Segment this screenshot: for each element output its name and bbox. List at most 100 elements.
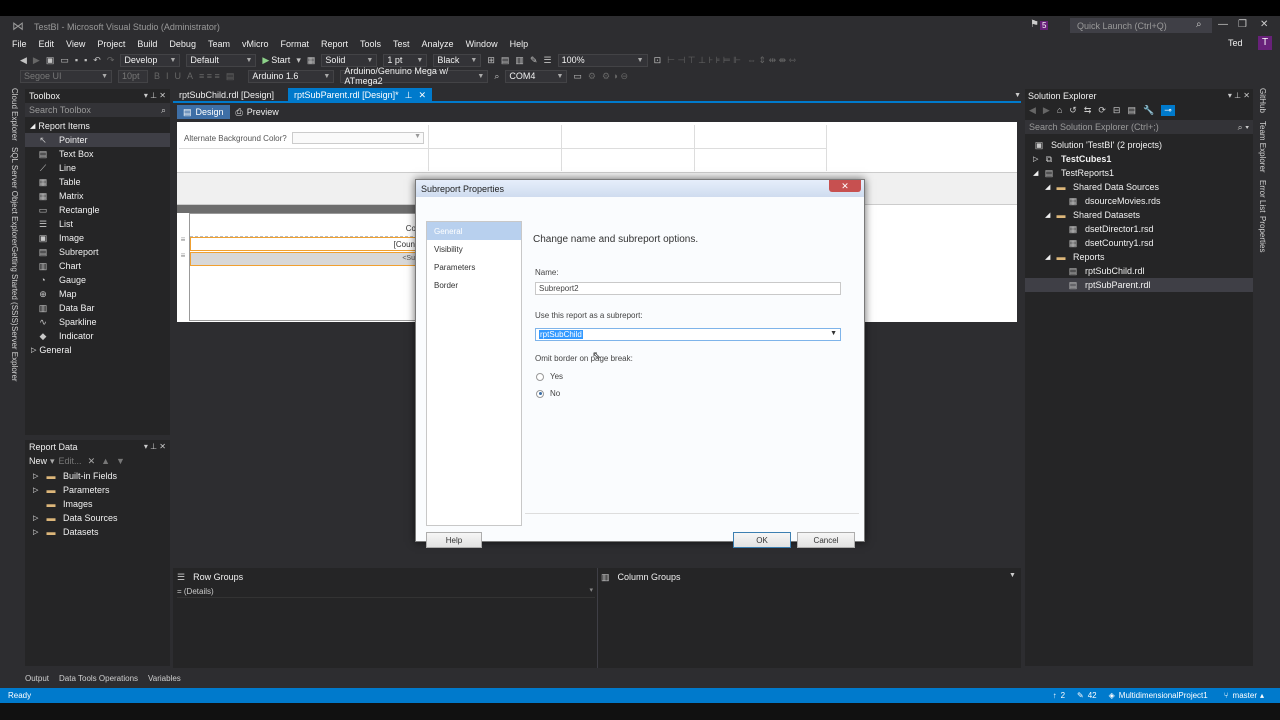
- toolbox-window-controls[interactable]: ▾ ⊥ ✕: [144, 91, 166, 100]
- side-tab-server-explorer[interactable]: Server Explorer: [10, 326, 19, 382]
- nav-visibility[interactable]: Visibility: [427, 240, 521, 258]
- toolbox-item[interactable]: ☰ List: [25, 217, 170, 231]
- subreport-select[interactable]: rptSubChild ▼: [535, 328, 841, 341]
- platform-select[interactable]: Default ▼: [186, 53, 257, 67]
- line-style-select[interactable]: Solid ▼: [321, 53, 378, 67]
- parameter-cell-empty[interactable]: [429, 125, 562, 149]
- zoom-select[interactable]: 100% ▼: [557, 53, 648, 67]
- undo-icon[interactable]: ↶: [93, 55, 101, 66]
- menu-vmicro[interactable]: vMicro: [242, 39, 269, 49]
- tree-item-reports[interactable]: ◢ ▬ Reports: [1025, 250, 1253, 264]
- collapse-arrow-icon[interactable]: ◢: [1045, 183, 1055, 191]
- publish-up-icon[interactable]: ↑: [1053, 691, 1057, 700]
- toolbox-item[interactable]: ⟋ Line: [25, 161, 170, 175]
- start-icon[interactable]: ▶: [262, 55, 269, 66]
- properties-wrench-icon[interactable]: 🔧: [1143, 105, 1154, 116]
- back-icon[interactable]: ◀: [1029, 105, 1036, 116]
- radio-yes-circle[interactable]: [536, 372, 544, 381]
- tree-item-dsourcemovies[interactable]: ▦ dsourceMovies.rds: [1025, 194, 1253, 208]
- menu-file[interactable]: File: [12, 39, 27, 49]
- border-style-icon[interactable]: ▦: [307, 55, 316, 66]
- solution-config-select[interactable]: Develop ▼: [120, 53, 181, 67]
- tablix-subreport-row[interactable]: <Su: [190, 252, 418, 266]
- branch-dropdown-icon[interactable]: ▴: [1260, 691, 1264, 700]
- toolbox-group-general[interactable]: ▷ General: [25, 343, 170, 357]
- menu-project[interactable]: Project: [97, 39, 125, 49]
- report-data-item[interactable]: ▬ Images: [25, 497, 170, 511]
- side-tab-sql-server-object-explorer[interactable]: SQL Server Object Explorer: [10, 147, 19, 246]
- row-handle-icon[interactable]: ≡: [177, 235, 189, 249]
- menu-tools[interactable]: Tools: [360, 39, 381, 49]
- home-icon[interactable]: ⌂: [1057, 105, 1062, 115]
- menu-report[interactable]: Report: [321, 39, 348, 49]
- toolbox-item[interactable]: ▦ Matrix: [25, 189, 170, 203]
- toolbox-item[interactable]: ▥ Chart: [25, 259, 170, 273]
- align-left-icon[interactable]: ⊢ ⊣ ⊤ ⊥ ⊦ ⊧ ⊨ ⊩: [667, 55, 741, 66]
- collapse-all-icon[interactable]: ⊟: [1113, 105, 1121, 116]
- side-tab-properties[interactable]: Properties: [1258, 216, 1267, 252]
- tree-item-dsetdirector[interactable]: ▦ dsetDirector1.rsd: [1025, 222, 1253, 236]
- report-data-item[interactable]: ▷ ▬ Datasets: [25, 525, 170, 539]
- notification-flag-icon[interactable]: ⚑: [1030, 19, 1039, 30]
- user-name[interactable]: Ted: [1228, 38, 1243, 48]
- border-icon[interactable]: ⊞: [487, 55, 495, 66]
- expand-arrow-icon[interactable]: ▷: [33, 486, 45, 494]
- toolbox-item[interactable]: ▭ Rectangle: [25, 203, 170, 217]
- nav-border[interactable]: Border: [427, 276, 521, 294]
- tab-output[interactable]: Output: [25, 674, 49, 683]
- grouping-icon[interactable]: ▥: [515, 55, 524, 66]
- report-data-item[interactable]: ▷ ▬ Data Sources: [25, 511, 170, 525]
- navigate-forward-icon[interactable]: ▶: [33, 55, 40, 66]
- parameter-cell-empty[interactable]: [695, 149, 827, 171]
- repository-icon[interactable]: ◈: [1109, 691, 1115, 700]
- pending-edits-icon[interactable]: ✎: [1077, 691, 1084, 700]
- report-body[interactable]: Co [Coun <Su: [189, 213, 418, 321]
- side-tab-cloud-explorer[interactable]: Cloud Explorer: [10, 88, 19, 141]
- tablix-header-row[interactable]: Co: [190, 220, 418, 237]
- help-button[interactable]: Help: [426, 532, 482, 548]
- tab-preview[interactable]: ⎙ Preview: [230, 105, 285, 119]
- toolbox-item[interactable]: ▤ Text Box: [25, 147, 170, 161]
- toolbox-item[interactable]: ▣ Image: [25, 231, 170, 245]
- toolbox-item[interactable]: ▤ Subreport: [25, 245, 170, 259]
- tree-item-dsetcountry[interactable]: ▦ dsetCountry1.rsd: [1025, 236, 1253, 250]
- toolbox-toggle-icon[interactable]: ⊡: [654, 55, 662, 66]
- toolbox-item[interactable]: ◆ Indicator: [25, 329, 170, 343]
- port-select[interactable]: COM4 ▼: [505, 69, 568, 83]
- menu-view[interactable]: View: [66, 39, 85, 49]
- ok-button[interactable]: OK: [733, 532, 791, 548]
- tab-rptsubchild[interactable]: rptSubChild.rdl [Design]: [173, 88, 280, 102]
- row-group-details[interactable]: = (Details) ▾: [177, 586, 595, 598]
- notification-badge[interactable]: 5: [1040, 21, 1049, 30]
- tree-item-shared-datasets[interactable]: ◢ ▬ Shared Datasets: [1025, 208, 1253, 222]
- save-all-icon[interactable]: ▪: [84, 55, 87, 65]
- ruler-icon[interactable]: ☰: [543, 55, 551, 66]
- new-menu[interactable]: New: [29, 456, 47, 466]
- font-color-icon[interactable]: A: [187, 71, 193, 81]
- menu-team[interactable]: Team: [208, 39, 230, 49]
- save-icon[interactable]: ▪: [75, 55, 78, 65]
- chevron-down-icon[interactable]: ▼: [830, 330, 837, 337]
- pin-tab-icon[interactable]: ⊥: [405, 90, 413, 101]
- nav-parameters[interactable]: Parameters: [427, 258, 521, 276]
- bold-icon[interactable]: B: [154, 71, 160, 81]
- open-file-icon[interactable]: ▭: [60, 55, 69, 66]
- radio-yes[interactable]: Yes: [536, 372, 563, 381]
- tablix-detail-row[interactable]: [Coun: [190, 237, 418, 251]
- history-icon[interactable]: ↺: [1069, 105, 1077, 116]
- line-width-select[interactable]: 1 pt ▼: [383, 53, 428, 67]
- menu-format[interactable]: Format: [280, 39, 309, 49]
- menu-edit[interactable]: Edit: [39, 39, 55, 49]
- move-up-icon[interactable]: ▲: [101, 456, 110, 466]
- upload-icon[interactable]: ⚙: [588, 71, 596, 82]
- tab-overflow-icon[interactable]: ▼: [1014, 92, 1021, 99]
- new-project-icon[interactable]: ▣: [46, 55, 55, 66]
- collapse-arrow-icon[interactable]: ◢: [1033, 169, 1043, 177]
- tree-item-rptsubparent[interactable]: ▤ rptSubParent.rdl: [1025, 278, 1253, 292]
- parameter-cell-empty[interactable]: [179, 149, 429, 171]
- properties-icon[interactable]: ✎: [530, 55, 538, 66]
- row-handle-icon[interactable]: ≡: [177, 251, 189, 265]
- edit-button[interactable]: Edit...: [59, 456, 82, 466]
- font-size-select[interactable]: 10pt: [118, 69, 148, 83]
- spacing-icon[interactable]: ⇔ ⇕ ⇹ ⇼ ⇿: [747, 55, 796, 66]
